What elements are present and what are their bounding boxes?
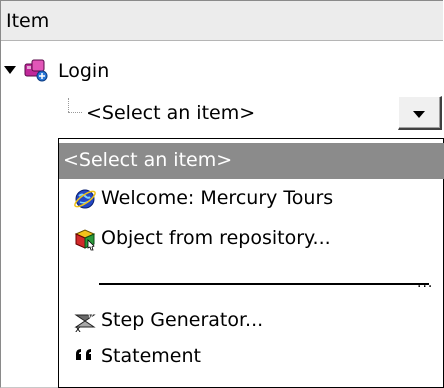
column-header-item[interactable]: Item xyxy=(1,1,443,41)
tree-row-login[interactable]: Login xyxy=(0,54,444,88)
dropdown-item-step-generator[interactable]: x y Step Generator... xyxy=(59,303,444,339)
svg-text:x: x xyxy=(75,324,81,333)
action-icon xyxy=(22,56,50,89)
chevron-down-icon xyxy=(413,111,425,118)
dropdown-item-object-from-repository[interactable]: Object from repository... xyxy=(59,221,444,257)
dropdown-item-label: Statement xyxy=(101,345,201,367)
separator-ellipsis: ... xyxy=(417,275,434,291)
dropdown-item-welcome-mercury-tours[interactable]: Welcome: Mercury Tours xyxy=(59,181,444,217)
browser-globe-icon xyxy=(73,187,97,211)
dropdown-item-label: Step Generator... xyxy=(101,309,264,331)
step-generator-icon: x y xyxy=(73,309,97,335)
tree-row-select-item[interactable]: <Select an item> xyxy=(0,96,444,130)
dropdown-item-select-an-item[interactable]: <Select an item> xyxy=(59,143,444,179)
svg-text:y: y xyxy=(88,312,94,322)
item-dropdown-list: <Select an item> Welcome: Mercury Tours … xyxy=(58,138,444,388)
column-header-label: Item xyxy=(6,10,50,32)
item-combo-value[interactable]: <Select an item> xyxy=(86,102,255,124)
item-combo-dropdown-button[interactable] xyxy=(398,96,442,130)
statement-icon xyxy=(73,345,97,369)
dropdown-separator xyxy=(99,283,429,285)
object-repository-icon xyxy=(73,227,97,251)
dropdown-item-label: Welcome: Mercury Tours xyxy=(101,187,334,209)
dropdown-item-statement[interactable]: Statement xyxy=(59,339,444,375)
dropdown-item-label: <Select an item> xyxy=(63,149,233,171)
tree-row-label: Login xyxy=(58,60,110,82)
expand-collapse-icon[interactable] xyxy=(4,66,16,74)
dropdown-item-label: Object from repository... xyxy=(101,227,331,249)
